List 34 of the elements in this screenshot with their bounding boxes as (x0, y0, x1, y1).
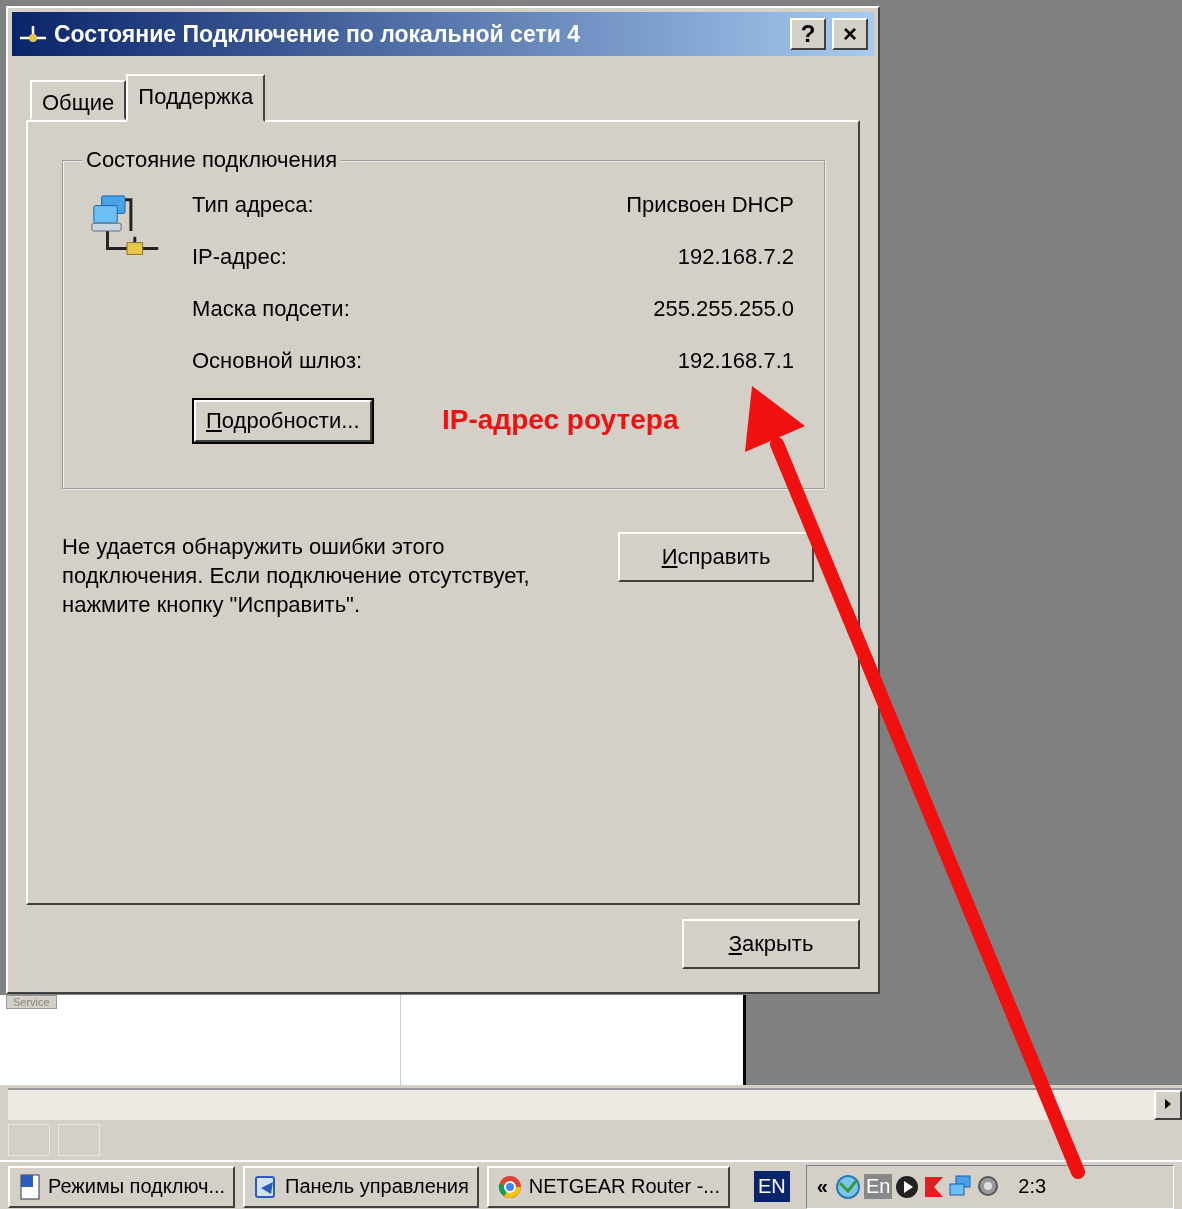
field-value: 255.255.255.0 (653, 296, 794, 322)
taskbar-button[interactable]: NETGEAR Router -... (486, 1165, 730, 1208)
scroll-right-button[interactable] (1154, 1090, 1182, 1120)
field-label: Тип адреса: (192, 192, 314, 218)
horizontal-scrollbar[interactable] (8, 1088, 1182, 1120)
status-message: Не удается обнаружить ошибки этого подключения. Если подключение отсутствует, нажмите кнопку "Исправить". (62, 533, 531, 619)
taskbar-button[interactable]: Панель управления (243, 1165, 479, 1208)
field-value: Присвоен DHCP (626, 192, 794, 218)
toolbar-slot (8, 1124, 50, 1156)
tab[interactable]: Поддержка (126, 74, 266, 122)
field-value: 192.168.7.1 (677, 348, 794, 374)
repair-button[interactable]: Исправить (618, 532, 814, 582)
tab[interactable]: Общие (30, 80, 127, 120)
field-label: Основной шлюз: (192, 348, 363, 374)
close-button[interactable]: × (832, 18, 868, 50)
toolbar-slot (58, 1124, 100, 1156)
document-icon (18, 1173, 42, 1200)
details-button[interactable]: Подробности... (194, 400, 372, 442)
right-arrow-icon (1164, 1097, 1172, 1110)
tray-language-icon[interactable]: En (863, 1174, 893, 1199)
help-button[interactable]: ? (790, 18, 826, 50)
field-label: IP-адрес: (192, 244, 287, 270)
taskbar-button[interactable]: Режимы подключ... (8, 1165, 236, 1208)
play-icon[interactable] (894, 1173, 921, 1200)
annotation-label: IP-адрес роутера (442, 404, 679, 436)
window-title: Состояние Подключение по локальной сети 4 (54, 20, 581, 48)
close-dialog-button[interactable]: Закрыть (682, 919, 860, 969)
browser-icon (496, 1173, 523, 1200)
tray-expand-button[interactable]: « (812, 1175, 832, 1198)
language-indicator[interactable]: EN (753, 1171, 790, 1202)
clock: 2:3 (1018, 1175, 1047, 1198)
field-label: Маска подсети: (192, 296, 350, 322)
field-value: 192.168.7.2 (677, 244, 794, 270)
network-icon (18, 24, 48, 44)
